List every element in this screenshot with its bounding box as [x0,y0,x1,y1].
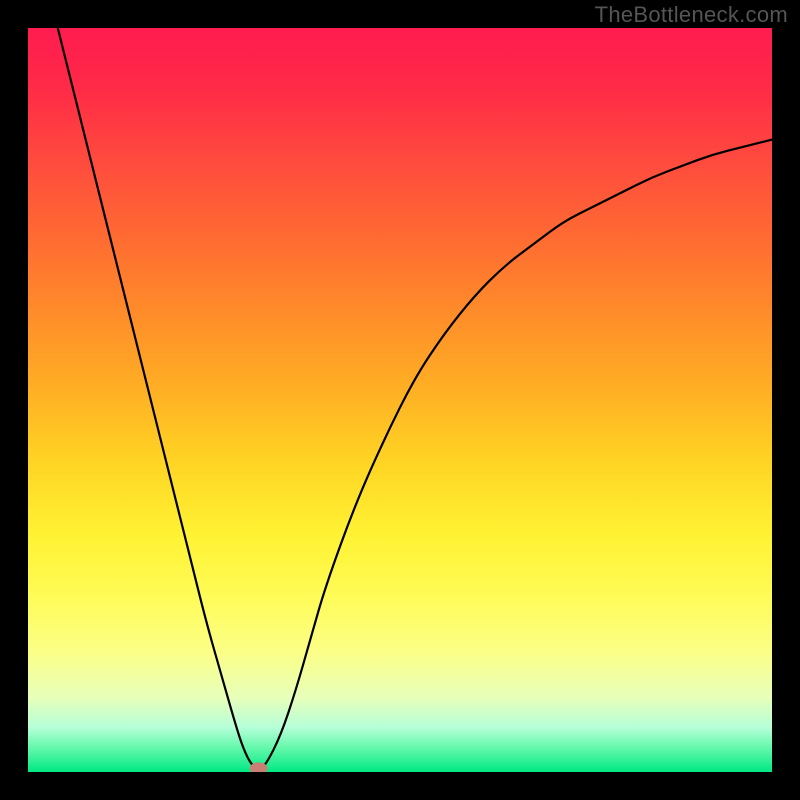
watermark-text: TheBottleneck.com [595,2,788,28]
curve-svg [28,28,772,772]
chart-container: TheBottleneck.com [0,0,800,800]
plot-area [28,28,772,772]
bottleneck-curve [58,28,772,768]
